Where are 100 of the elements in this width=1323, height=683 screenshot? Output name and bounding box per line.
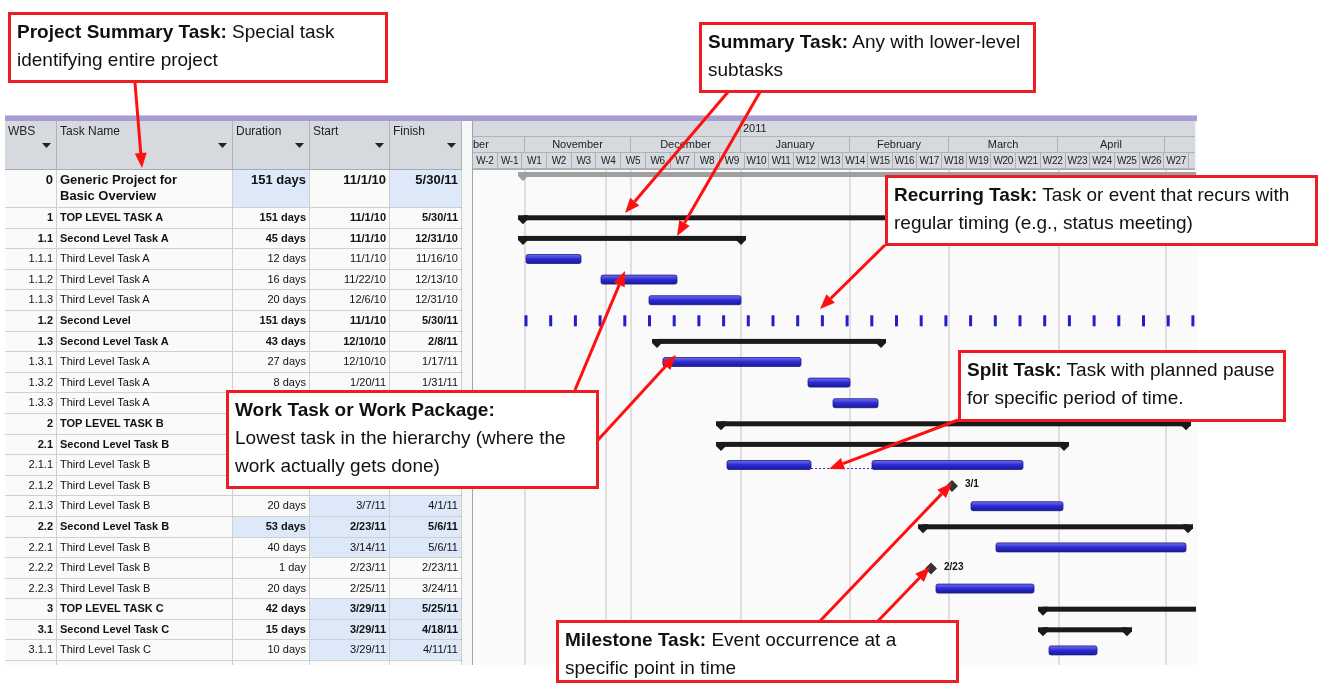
month-label: February — [850, 137, 949, 152]
week-label: W8 — [695, 153, 720, 168]
finish-cell: 12/31/10 — [390, 228, 462, 249]
duration-cell: 151 days — [233, 170, 310, 207]
wbs-cell: 1.1.3 — [5, 290, 57, 310]
week-label: W22 — [1040, 153, 1066, 168]
week-label: W26 — [1139, 153, 1165, 168]
start-cell: 12/10/10 — [310, 352, 390, 372]
start-cell: 11/1/10 — [310, 249, 390, 269]
wbs-cell: 2.2.1 — [5, 537, 57, 558]
callout-text: Summary Task: Any with lower-level subtasks — [708, 30, 1022, 82]
task-name-cell: Second Level Task C — [57, 619, 233, 640]
callout-text: Split Task: Task with planned pause for specific period of time. — [967, 358, 1276, 410]
wbs-cell: 1 — [5, 208, 57, 228]
wbs-cell: 2 — [5, 413, 57, 434]
task-name-cell: Second Level — [57, 310, 233, 331]
week-label: W2 — [547, 153, 572, 168]
caret-icon[interactable] — [295, 143, 304, 148]
task-bar — [525, 254, 582, 264]
task-name-cell: Third Level Task B — [57, 578, 233, 599]
task-name-cell: Second Level Task A — [57, 228, 233, 249]
caret-icon[interactable] — [42, 143, 51, 148]
start-cell: 2/23/11 — [310, 558, 390, 578]
wbs-cell: 3 — [5, 599, 57, 619]
task-bar — [1048, 645, 1098, 656]
week-label: W18 — [942, 153, 967, 168]
week-label: W13 — [818, 153, 844, 168]
week-label: W6 — [645, 153, 671, 168]
wbs-cell: 2.1 — [5, 434, 57, 455]
start-cell: 3/14/11 — [310, 537, 390, 558]
week-label: W-2 — [473, 153, 498, 168]
duration-cell: 12 days — [233, 249, 310, 269]
milestone-label: 3/1 — [965, 478, 979, 490]
week-label: W16 — [892, 153, 918, 168]
finish-cell: 5/6/11 — [390, 516, 462, 537]
week-label: W12 — [793, 153, 819, 168]
finish-cell: 5/6/11 — [390, 537, 462, 558]
callout-text: Project Summary Task: Special task identifying entire project — [17, 20, 336, 72]
week-label: W17 — [917, 153, 943, 168]
caret-icon[interactable] — [218, 143, 227, 148]
finish-cell: 5/30/11 — [390, 208, 462, 228]
column-header[interactable]: Start — [310, 121, 390, 169]
duration-cell: 27 days — [233, 352, 310, 372]
task-name-cell: Third Level Task A — [57, 352, 233, 372]
wbs-cell: 2.1.2 — [5, 475, 57, 496]
start-cell: 3/7/11 — [310, 496, 390, 516]
month-label: January — [741, 137, 850, 152]
caret-icon[interactable] — [375, 143, 384, 148]
finish-cell: 11/16/10 — [390, 249, 462, 269]
task-name-cell: Third Level Task B — [57, 537, 233, 558]
column-header[interactable]: WBS — [5, 121, 57, 169]
duration-cell: 16 days — [233, 269, 310, 290]
caret-icon[interactable] — [447, 143, 456, 148]
month-label: November — [525, 137, 631, 152]
week-label: W20 — [991, 153, 1017, 168]
finish-cell: 5/30/11 — [390, 310, 462, 331]
duration-cell: 20 days — [233, 578, 310, 599]
week-label: W3 — [571, 153, 597, 168]
month-label: March — [949, 137, 1058, 152]
week-label: W5 — [621, 153, 646, 168]
finish-cell: 5/30/11 — [390, 170, 462, 207]
week-label: W7 — [670, 153, 696, 168]
task-name-cell: TOP LEVEL TASK C — [57, 599, 233, 619]
start-cell: 12/10/10 — [310, 331, 390, 352]
callout-title: Work Task or Work Package: — [235, 398, 496, 422]
start-cell: 11/22/10 — [310, 269, 390, 290]
column-header[interactable]: Finish — [390, 121, 462, 169]
finish-cell: 3/24/11 — [390, 578, 462, 599]
callout-text: Lowest task in the hierarchy (where the work actually gets done) — [235, 426, 567, 478]
wbs-cell: 2.2.2 — [5, 558, 57, 578]
week-label: W19 — [966, 153, 992, 168]
week-label: W21 — [1016, 153, 1041, 168]
wbs-cell: 1.1.1 — [5, 249, 57, 269]
wbs-cell: 1.1.2 — [5, 269, 57, 290]
wbs-cell: 1.2 — [5, 310, 57, 331]
duration-cell: 45 days — [233, 228, 310, 249]
wbs-cell: 2.2.3 — [5, 578, 57, 599]
duration-cell: 151 days — [233, 208, 310, 228]
duration-cell: 53 days — [233, 516, 310, 537]
callout-text: Recurring Task: Task or event that recurs with regular timing (e.g., status meeting) — [894, 183, 1291, 235]
month-label: April — [1058, 137, 1165, 152]
start-cell: 3/29/11 — [310, 640, 390, 661]
month-label: ber — [473, 137, 525, 152]
task-name-cell: Third Level Task B — [57, 558, 233, 578]
week-label: W4 — [596, 153, 622, 168]
start-cell: 11/1/10 — [310, 228, 390, 249]
callout-text: Milestone Task: Event occurrence at a specific point in time — [565, 628, 898, 680]
week-label: W11 — [769, 153, 794, 168]
week-label: W15 — [868, 153, 893, 168]
wbs-cell: 2.2 — [5, 516, 57, 537]
week-label: W1 — [522, 153, 548, 168]
task-bar — [807, 377, 851, 388]
column-header[interactable]: Duration — [233, 121, 310, 169]
finish-cell: 5/25/11 — [390, 599, 462, 619]
task-name-cell: Third Level Task A — [57, 290, 233, 310]
start-cell: 11/1/10 — [310, 310, 390, 331]
start-cell: 11/1/10 — [310, 208, 390, 228]
finish-cell: 4/1/11 — [390, 496, 462, 516]
week-label: W27 — [1164, 153, 1189, 168]
task-name-cell: Third Level Task A — [57, 249, 233, 269]
